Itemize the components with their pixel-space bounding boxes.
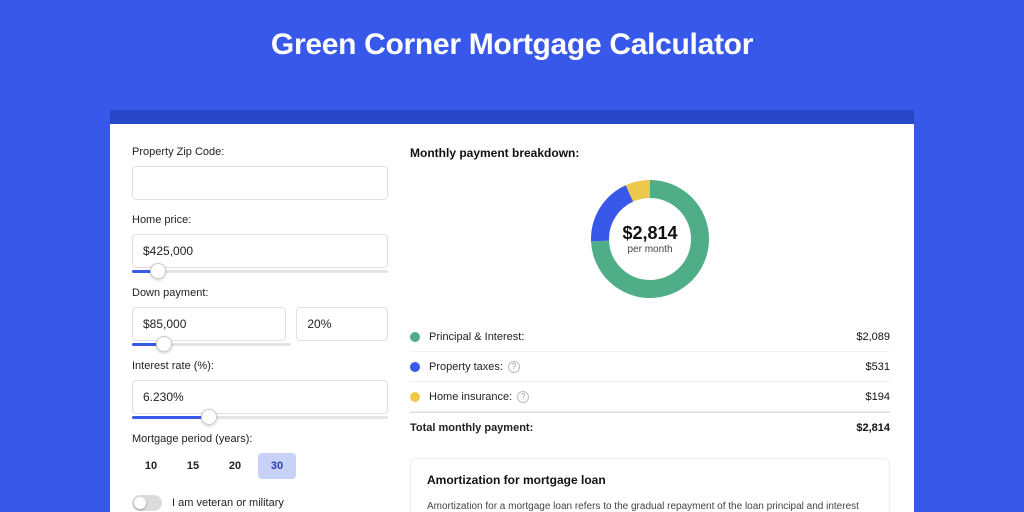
- zip-field-group: Property Zip Code:: [132, 146, 388, 200]
- info-icon[interactable]: ?: [517, 391, 529, 403]
- amortization-card: Amortization for mortgage loan Amortizat…: [410, 458, 890, 512]
- home-price-input[interactable]: [132, 234, 388, 268]
- home-price-field-group: Home price:: [132, 214, 388, 273]
- period-button-20[interactable]: 20: [216, 453, 254, 479]
- home-price-label: Home price:: [132, 214, 388, 226]
- legend-value: $2,089: [856, 331, 890, 343]
- down-payment-slider-thumb[interactable]: [156, 336, 172, 352]
- donut-container: $2,814 per month: [410, 174, 890, 304]
- total-row: Total monthly payment: $2,814: [410, 412, 890, 442]
- interest-rate-field-group: Interest rate (%):: [132, 360, 388, 419]
- donut-chart: $2,814 per month: [585, 174, 715, 304]
- down-payment-input[interactable]: [132, 307, 286, 341]
- panel-shadow: Property Zip Code: Home price: Down paym…: [110, 110, 914, 512]
- calculator-panel: Property Zip Code: Home price: Down paym…: [110, 124, 914, 512]
- legend-dot: [410, 332, 420, 342]
- zip-input[interactable]: [132, 166, 388, 200]
- interest-rate-slider[interactable]: [132, 416, 388, 419]
- legend-row-0: Principal & Interest:$2,089: [410, 322, 890, 352]
- legend-label: Home insurance:?: [429, 391, 866, 403]
- breakdown-title: Monthly payment breakdown:: [410, 146, 890, 160]
- legend-row-1: Property taxes:?$531: [410, 352, 890, 382]
- legend-value: $531: [866, 361, 890, 373]
- legend-list: Principal & Interest:$2,089Property taxe…: [410, 322, 890, 412]
- period-button-10[interactable]: 10: [132, 453, 170, 479]
- amortization-title: Amortization for mortgage loan: [427, 473, 873, 487]
- info-icon[interactable]: ?: [508, 361, 520, 373]
- zip-label: Property Zip Code:: [132, 146, 388, 158]
- legend-value: $194: [866, 391, 890, 403]
- total-label: Total monthly payment:: [410, 422, 856, 434]
- period-buttons: 10152030: [132, 453, 388, 479]
- legend-dot: [410, 362, 420, 372]
- legend-label: Property taxes:?: [429, 361, 866, 373]
- legend-dot: [410, 392, 420, 402]
- amortization-body: Amortization for a mortgage loan refers …: [427, 499, 873, 512]
- period-field-group: Mortgage period (years): 10152030: [132, 433, 388, 479]
- form-column: Property Zip Code: Home price: Down paym…: [110, 124, 410, 512]
- donut-sublabel: per month: [627, 244, 672, 255]
- interest-rate-slider-fill: [132, 416, 209, 419]
- period-button-15[interactable]: 15: [174, 453, 212, 479]
- donut-center: $2,814 per month: [585, 174, 715, 304]
- interest-rate-label: Interest rate (%):: [132, 360, 388, 372]
- period-label: Mortgage period (years):: [132, 433, 388, 445]
- veteran-row: I am veteran or military: [132, 495, 388, 511]
- down-payment-label: Down payment:: [132, 287, 388, 299]
- home-price-slider[interactable]: [132, 270, 388, 273]
- down-payment-pct-input[interactable]: [296, 307, 388, 341]
- legend-row-2: Home insurance:?$194: [410, 382, 890, 412]
- period-button-30[interactable]: 30: [258, 453, 296, 479]
- interest-rate-input[interactable]: [132, 380, 388, 414]
- total-value: $2,814: [856, 422, 890, 434]
- interest-rate-slider-thumb[interactable]: [201, 409, 217, 425]
- veteran-toggle-knob: [134, 497, 146, 509]
- home-price-slider-thumb[interactable]: [150, 263, 166, 279]
- down-payment-slider[interactable]: [132, 343, 291, 346]
- legend-label: Principal & Interest:: [429, 331, 856, 343]
- veteran-label: I am veteran or military: [172, 497, 284, 509]
- page-title: Green Corner Mortgage Calculator: [0, 0, 1024, 62]
- down-payment-field-group: Down payment:: [132, 287, 388, 346]
- donut-amount: $2,814: [622, 223, 677, 244]
- veteran-toggle[interactable]: [132, 495, 162, 511]
- breakdown-column: Monthly payment breakdown: $2,814 per mo…: [410, 124, 914, 512]
